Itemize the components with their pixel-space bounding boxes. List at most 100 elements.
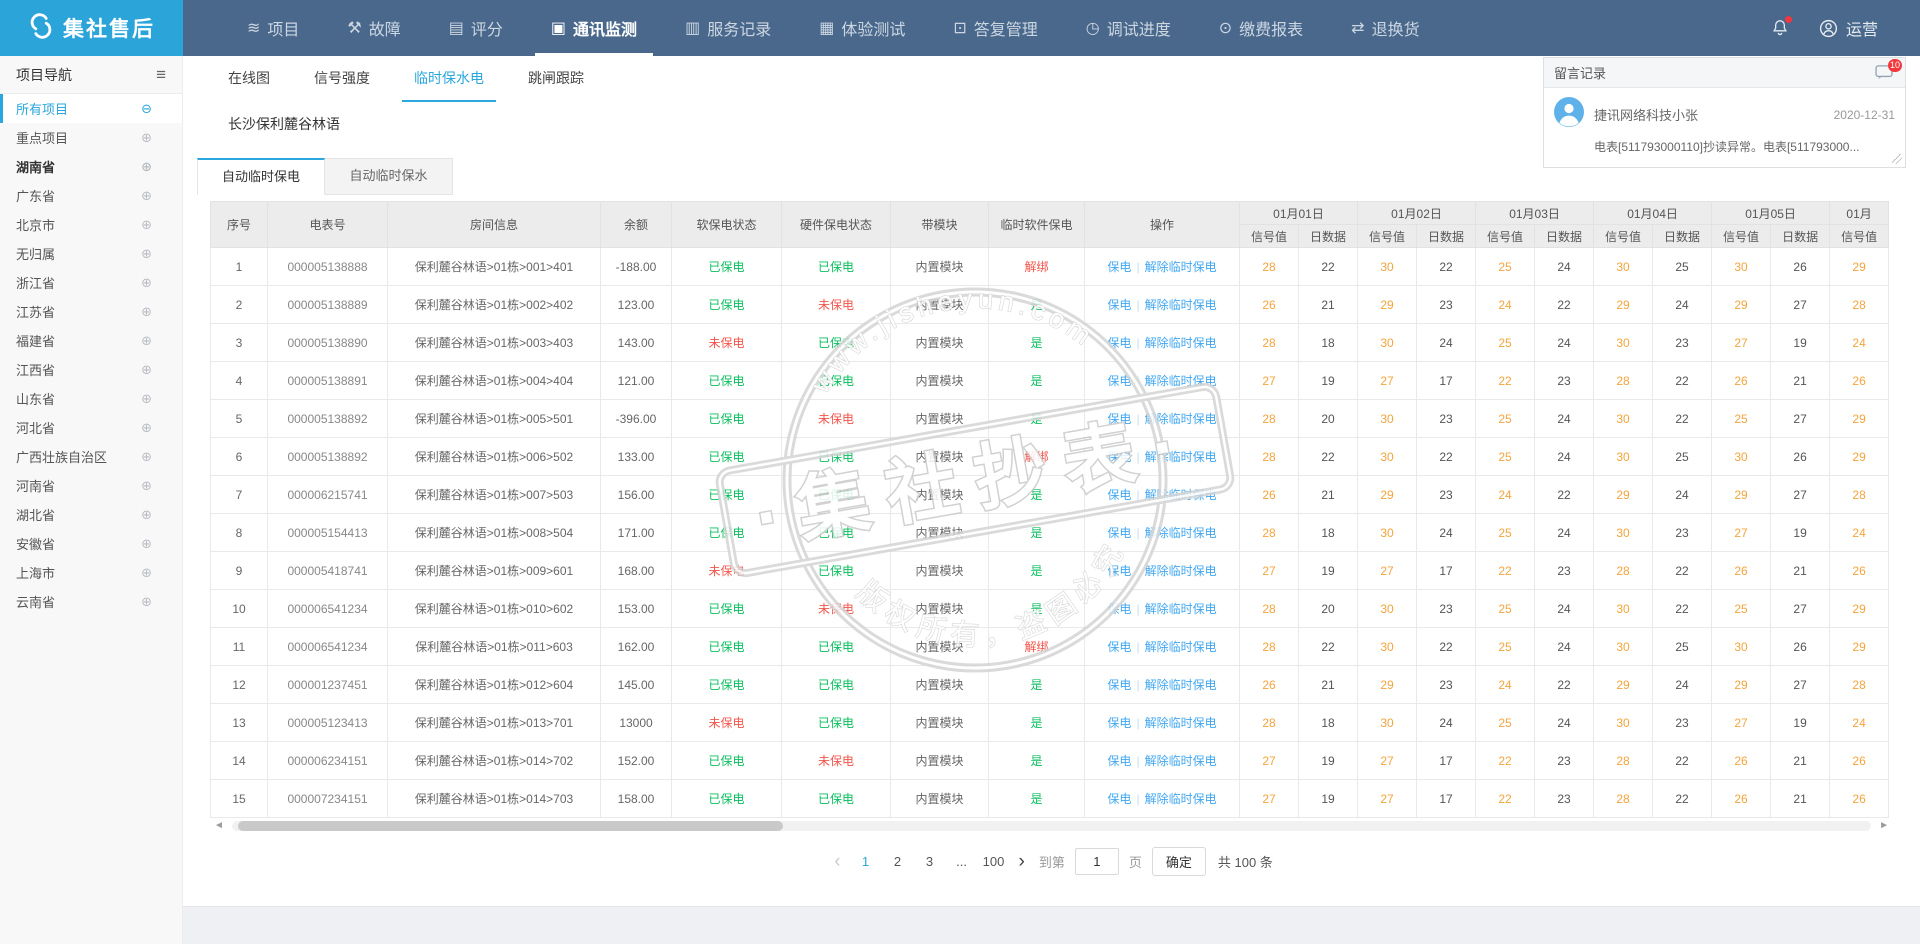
nav-item-monitor[interactable]: ▣通讯监测 — [527, 0, 661, 56]
remove-temp-protect-link[interactable]: 解除临时保电 — [1145, 260, 1217, 274]
protect-link[interactable]: 保电 — [1107, 336, 1131, 350]
protect-link[interactable]: 保电 — [1107, 450, 1131, 464]
remove-temp-protect-link[interactable]: 解除临时保电 — [1145, 602, 1217, 616]
expand-circle-icon[interactable]: ⊕ — [141, 304, 152, 320]
page-number[interactable]: 3 — [919, 854, 941, 869]
scroll-left-arrow[interactable]: ◄ — [214, 820, 224, 831]
expand-circle-icon[interactable]: ⊕ — [141, 362, 152, 378]
nav-item-exchange[interactable]: ⇄退换货 — [1327, 0, 1443, 56]
nav-item-progress-clock[interactable]: ◷调试进度 — [1062, 0, 1195, 56]
protect-link[interactable]: 保电 — [1107, 716, 1131, 730]
balance: 156.00 — [601, 476, 672, 514]
expand-circle-icon[interactable]: ⊕ — [141, 536, 152, 552]
nav-item-score-card[interactable]: ▤评分 — [425, 0, 527, 56]
expand-circle-icon[interactable]: ⊕ — [141, 217, 152, 233]
protect-link[interactable]: 保电 — [1107, 298, 1131, 312]
remove-temp-protect-link[interactable]: 解除临时保电 — [1145, 716, 1217, 730]
protect-link[interactable]: 保电 — [1107, 602, 1131, 616]
remove-temp-protect-link[interactable]: 解除临时保电 — [1145, 336, 1217, 350]
page-number[interactable]: 2 — [887, 854, 909, 869]
sidebar-item[interactable]: 湖北省⊕ — [0, 500, 182, 529]
table-tab[interactable]: 自动临时保水 — [325, 158, 453, 195]
page-tab[interactable]: 信号强度 — [302, 56, 382, 102]
nav-item-payment-report[interactable]: ⊙缴费报表 — [1195, 0, 1327, 56]
protect-link[interactable]: 保电 — [1107, 640, 1131, 654]
protect-link[interactable]: 保电 — [1107, 488, 1131, 502]
remove-temp-protect-link[interactable]: 解除临时保电 — [1145, 678, 1217, 692]
expand-circle-icon[interactable]: ⊕ — [141, 130, 152, 146]
expand-circle-icon[interactable]: ⊕ — [141, 420, 152, 436]
protect-link[interactable]: 保电 — [1107, 564, 1131, 578]
sidebar-item[interactable]: 浙江省⊕ — [0, 268, 182, 297]
goto-page-input[interactable] — [1075, 848, 1119, 875]
expand-circle-icon[interactable]: ⊕ — [141, 449, 152, 465]
sidebar-item[interactable]: 上海市⊕ — [0, 558, 182, 587]
expand-circle-icon[interactable]: ⊕ — [141, 594, 152, 610]
page-tab[interactable]: 临时保水电 — [402, 56, 496, 102]
sidebar-item[interactable]: 无归属⊕ — [0, 239, 182, 268]
expand-circle-icon[interactable]: ⊕ — [141, 478, 152, 494]
next-page-button[interactable]: › — [1015, 852, 1029, 871]
prev-page-button[interactable]: ‹ — [830, 852, 844, 871]
nav-item-layers[interactable]: ≋项目 — [223, 0, 323, 56]
remove-temp-protect-link[interactable]: 解除临时保电 — [1145, 450, 1217, 464]
expand-circle-icon[interactable]: ⊕ — [141, 188, 152, 204]
sidebar-item[interactable]: 重点项目⊕ — [0, 123, 182, 152]
remove-temp-protect-link[interactable]: 解除临时保电 — [1145, 488, 1217, 502]
confirm-page-button[interactable]: 确定 — [1152, 847, 1206, 876]
sidebar-item[interactable]: 所有项目⊖ — [0, 94, 182, 123]
protect-link[interactable]: 保电 — [1107, 792, 1131, 806]
sidebar-item[interactable]: 云南省⊕ — [0, 587, 182, 616]
protect-link[interactable]: 保电 — [1107, 412, 1131, 426]
sidebar-item[interactable]: 广西壮族自治区⊕ — [0, 442, 182, 471]
page-number[interactable]: 100 — [983, 854, 1005, 869]
expand-circle-icon[interactable]: ⊕ — [141, 246, 152, 262]
remove-temp-protect-link[interactable]: 解除临时保电 — [1145, 564, 1217, 578]
sidebar-item[interactable]: 北京市⊕ — [0, 210, 182, 239]
page-number[interactable]: 1 — [855, 854, 877, 869]
sidebar-item[interactable]: 江苏省⊕ — [0, 297, 182, 326]
nav-item-tools[interactable]: ⚒故障 — [323, 0, 424, 56]
sidebar-item[interactable]: 山东省⊕ — [0, 384, 182, 413]
message-item[interactable]: 捷讯网络科技小张 2020-12-31 电表[511793000110]抄读异常… — [1544, 88, 1905, 167]
page-tab[interactable]: 跳闸跟踪 — [516, 56, 596, 102]
collapse-circle-icon[interactable]: ⊖ — [141, 101, 152, 117]
notification-bell-icon[interactable] — [1770, 17, 1790, 39]
scroll-right-arrow[interactable]: ► — [1879, 820, 1889, 831]
expand-circle-icon[interactable]: ⊕ — [141, 565, 152, 581]
expand-circle-icon[interactable]: ⊕ — [141, 333, 152, 349]
sidebar-item[interactable]: 江西省⊕ — [0, 355, 182, 384]
remove-temp-protect-link[interactable]: 解除临时保电 — [1145, 526, 1217, 540]
nav-item-document[interactable]: ▥服务记录 — [661, 0, 795, 56]
table-tab[interactable]: 自动临时保电 — [197, 158, 325, 195]
sidebar-collapse-icon[interactable]: ≡ — [156, 65, 166, 85]
scrollbar-thumb[interactable] — [238, 821, 783, 831]
protect-link[interactable]: 保电 — [1107, 374, 1131, 388]
sidebar-item[interactable]: 福建省⊕ — [0, 326, 182, 355]
remove-temp-protect-link[interactable]: 解除临时保电 — [1145, 412, 1217, 426]
sidebar-item[interactable]: 安徽省⊕ — [0, 529, 182, 558]
user-menu[interactable]: 运营 — [1818, 16, 1878, 40]
protect-link[interactable]: 保电 — [1107, 260, 1131, 274]
nav-item-chat[interactable]: ⊡答复管理 — [929, 0, 1061, 56]
remove-temp-protect-link[interactable]: 解除临时保电 — [1145, 754, 1217, 768]
expand-circle-icon[interactable]: ⊕ — [141, 507, 152, 523]
page-tab[interactable]: 在线图 — [216, 56, 282, 102]
remove-temp-protect-link[interactable]: 解除临时保电 — [1145, 792, 1217, 806]
protect-link[interactable]: 保电 — [1107, 754, 1131, 768]
message-bubble-icon[interactable]: 10 — [1875, 65, 1895, 81]
protect-link[interactable]: 保电 — [1107, 678, 1131, 692]
remove-temp-protect-link[interactable]: 解除临时保电 — [1145, 298, 1217, 312]
sidebar-item[interactable]: 广东省⊕ — [0, 181, 182, 210]
sidebar-item[interactable]: 湖南省⊕ — [0, 152, 182, 181]
panel-resize-handle[interactable] — [1892, 154, 1902, 164]
expand-circle-icon[interactable]: ⊕ — [141, 159, 152, 175]
remove-temp-protect-link[interactable]: 解除临时保电 — [1145, 640, 1217, 654]
expand-circle-icon[interactable]: ⊕ — [141, 275, 152, 291]
sidebar-item[interactable]: 河北省⊕ — [0, 413, 182, 442]
nav-item-test-grid[interactable]: ▦体验测试 — [795, 0, 929, 56]
protect-link[interactable]: 保电 — [1107, 526, 1131, 540]
remove-temp-protect-link[interactable]: 解除临时保电 — [1145, 374, 1217, 388]
sidebar-item[interactable]: 河南省⊕ — [0, 471, 182, 500]
expand-circle-icon[interactable]: ⊕ — [141, 391, 152, 407]
